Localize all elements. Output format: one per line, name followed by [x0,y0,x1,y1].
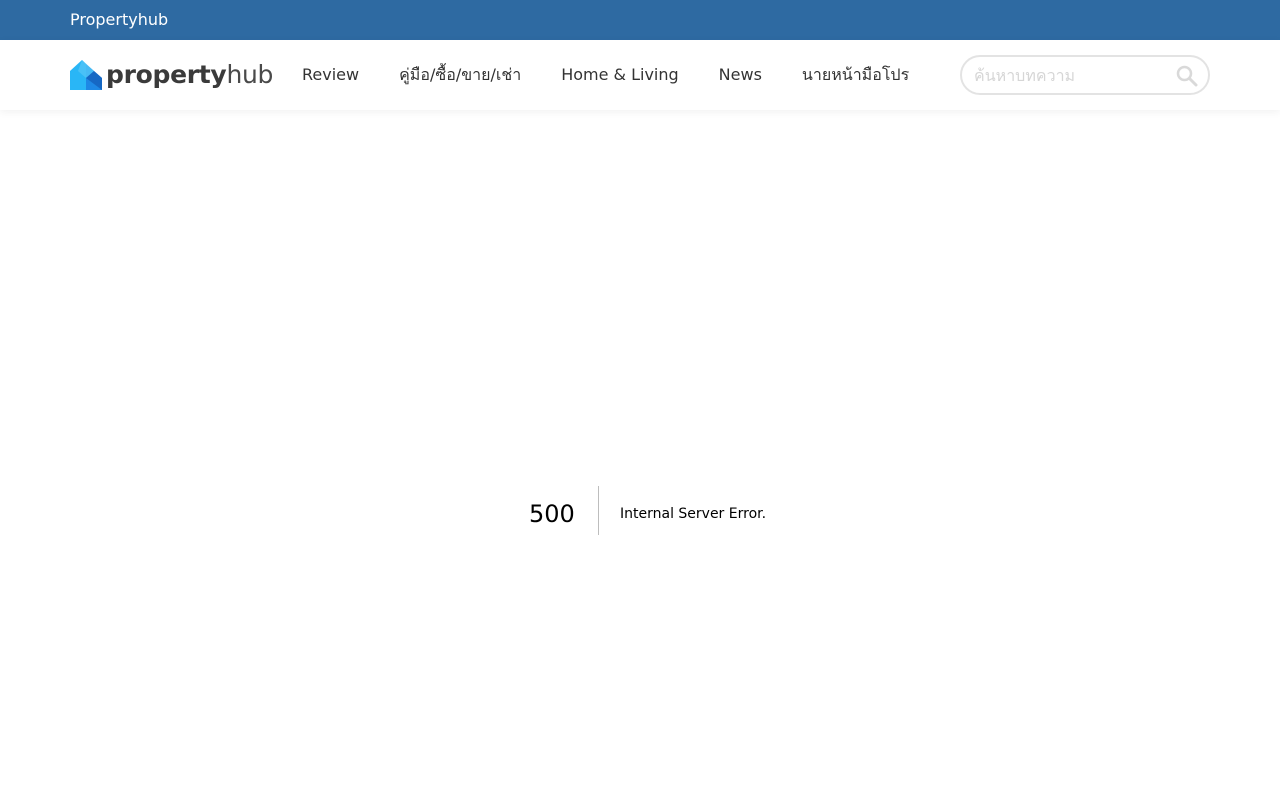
nav-item-news[interactable]: News [719,40,762,110]
nav-item-home-living[interactable]: Home & Living [561,40,678,110]
error-block: 500 Internal Server Error. [0,486,1280,535]
nav-item-review[interactable]: Review [302,40,359,110]
logo-text: propertyhub [106,60,273,90]
top-bar: Propertyhub [0,0,1280,40]
propertyhub-logo-icon [70,60,102,90]
nav-item-pro-agent[interactable]: นายหน้ามือโปร [802,40,909,110]
search-box [960,55,1210,95]
error-divider [598,486,599,535]
nav-item-guide[interactable]: คู่มือ/ซื้อ/ขาย/เช่า [399,40,521,110]
logo-text-bold: property [106,60,227,89]
main-nav: Review คู่มือ/ซื้อ/ขาย/เช่า Home & Livin… [302,40,949,110]
search-icon[interactable] [1176,65,1198,87]
main-header: propertyhub Review คู่มือ/ซื้อ/ขาย/เช่า … [0,40,1280,110]
topbar-brand-link[interactable]: Propertyhub [70,0,168,40]
site-logo[interactable]: propertyhub [70,60,273,90]
search-input[interactable] [962,57,1162,93]
error-message: Internal Server Error. [620,506,767,522]
error-code: 500 [529,500,575,528]
logo-text-light: hub [226,60,274,89]
